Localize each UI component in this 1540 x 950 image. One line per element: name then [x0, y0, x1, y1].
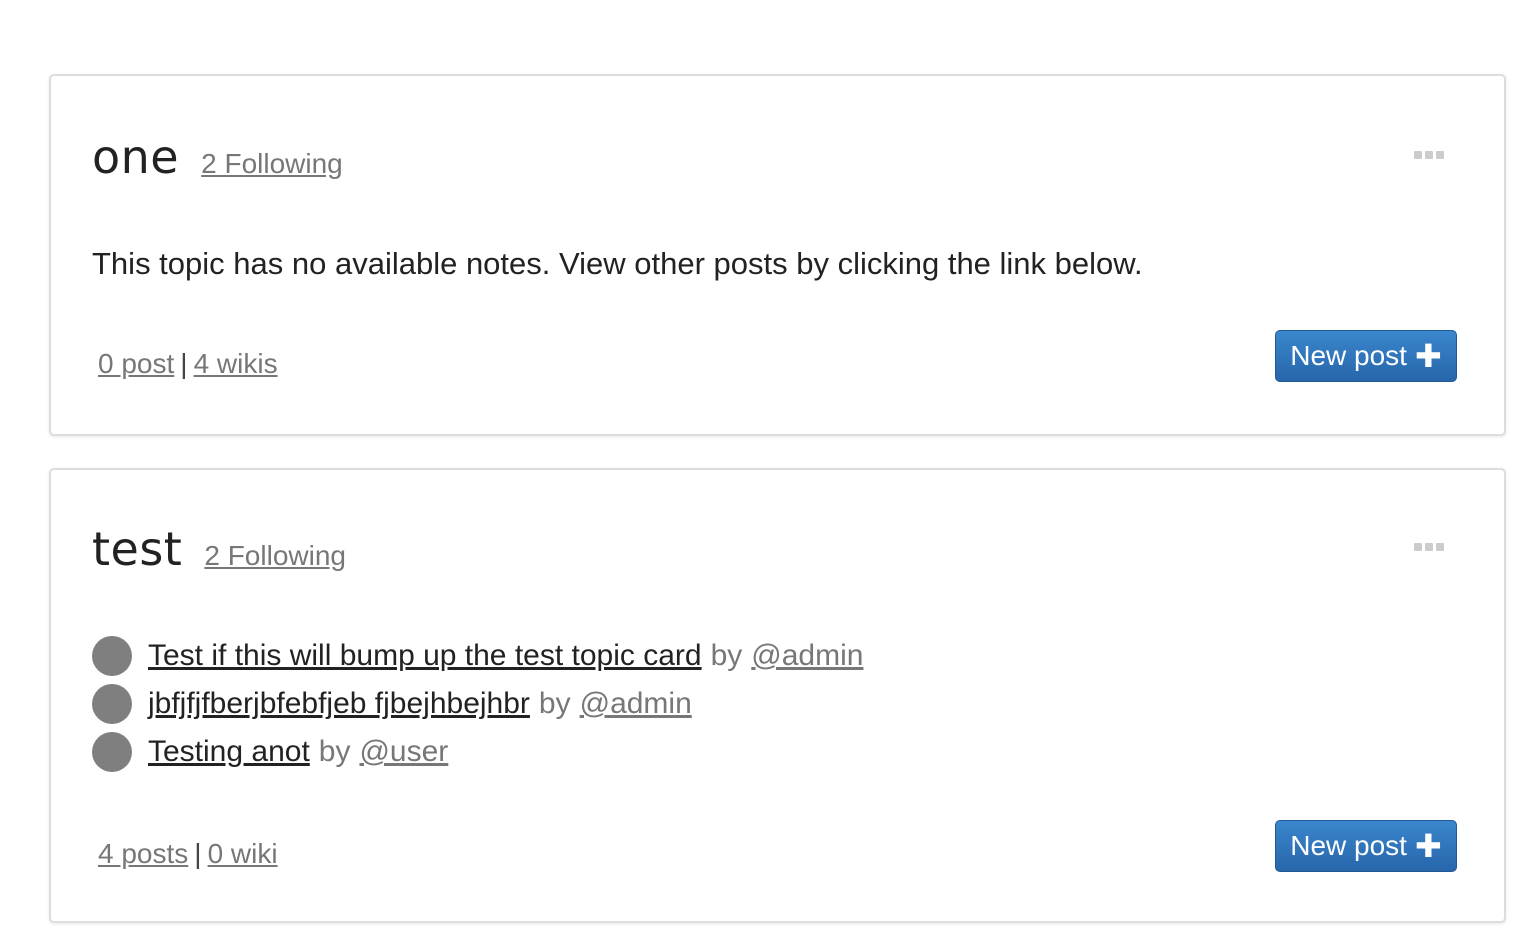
topic-title: one: [92, 130, 180, 184]
stats-separator: |: [194, 838, 202, 869]
topic-title: test: [92, 522, 183, 576]
new-post-label: New post: [1290, 830, 1407, 861]
avatar[interactable]: [92, 636, 132, 676]
list-item: jbfjfjfberjbfebfjeb fjbejhbejhbr by @adm…: [92, 680, 863, 728]
post-title-link[interactable]: jbfjfjfberjbfebfjeb fjbejhbejhbr: [148, 687, 530, 721]
dot: [1425, 151, 1433, 159]
following-link[interactable]: 2 Following: [204, 540, 346, 572]
ellipsis-icon[interactable]: [1414, 542, 1444, 552]
dot: [1414, 543, 1422, 551]
post-title-link[interactable]: Test if this will bump up the test topic…: [148, 639, 702, 673]
posts-count-link[interactable]: 0 post: [98, 348, 174, 379]
new-post-button[interactable]: New post ✚: [1275, 330, 1457, 382]
plus-icon: ✚: [1414, 827, 1442, 865]
author-link[interactable]: @admin: [751, 639, 863, 673]
topic-stats: 4 posts | 0 wiki: [98, 838, 278, 870]
topic-card: one 2 Following This topic has no availa…: [49, 74, 1506, 436]
dot: [1436, 543, 1444, 551]
stats-separator: |: [180, 348, 188, 379]
dot: [1425, 543, 1433, 551]
topic-header: one 2 Following: [92, 134, 343, 180]
avatar[interactable]: [92, 684, 132, 724]
wikis-count-link[interactable]: 4 wikis: [194, 348, 278, 379]
topic-stats: 0 post | 4 wikis: [98, 348, 278, 380]
empty-notes-message: This topic has no available notes. View …: [92, 246, 1143, 281]
plus-icon: ✚: [1414, 337, 1442, 375]
by-label: by: [710, 639, 743, 672]
dot: [1414, 151, 1422, 159]
by-label: by: [318, 735, 351, 768]
post-title-link[interactable]: Testing anot: [148, 735, 310, 769]
new-post-label: New post: [1290, 340, 1407, 371]
by-label: by: [538, 687, 571, 720]
topic-card: test 2 Following Test if this will bump …: [49, 468, 1506, 923]
dot: [1436, 151, 1444, 159]
new-post-button[interactable]: New post ✚: [1275, 820, 1457, 872]
list-item: Testing anot by @user: [92, 728, 863, 776]
author-link[interactable]: @admin: [580, 687, 692, 721]
avatar[interactable]: [92, 732, 132, 772]
following-link[interactable]: 2 Following: [201, 148, 343, 180]
posts-list: Test if this will bump up the test topic…: [92, 632, 863, 776]
wikis-count-link[interactable]: 0 wiki: [208, 838, 278, 869]
topic-header: test 2 Following: [92, 526, 346, 572]
author-link[interactable]: @user: [359, 735, 448, 769]
list-item: Test if this will bump up the test topic…: [92, 632, 863, 680]
posts-count-link[interactable]: 4 posts: [98, 838, 188, 869]
ellipsis-icon[interactable]: [1414, 150, 1444, 160]
